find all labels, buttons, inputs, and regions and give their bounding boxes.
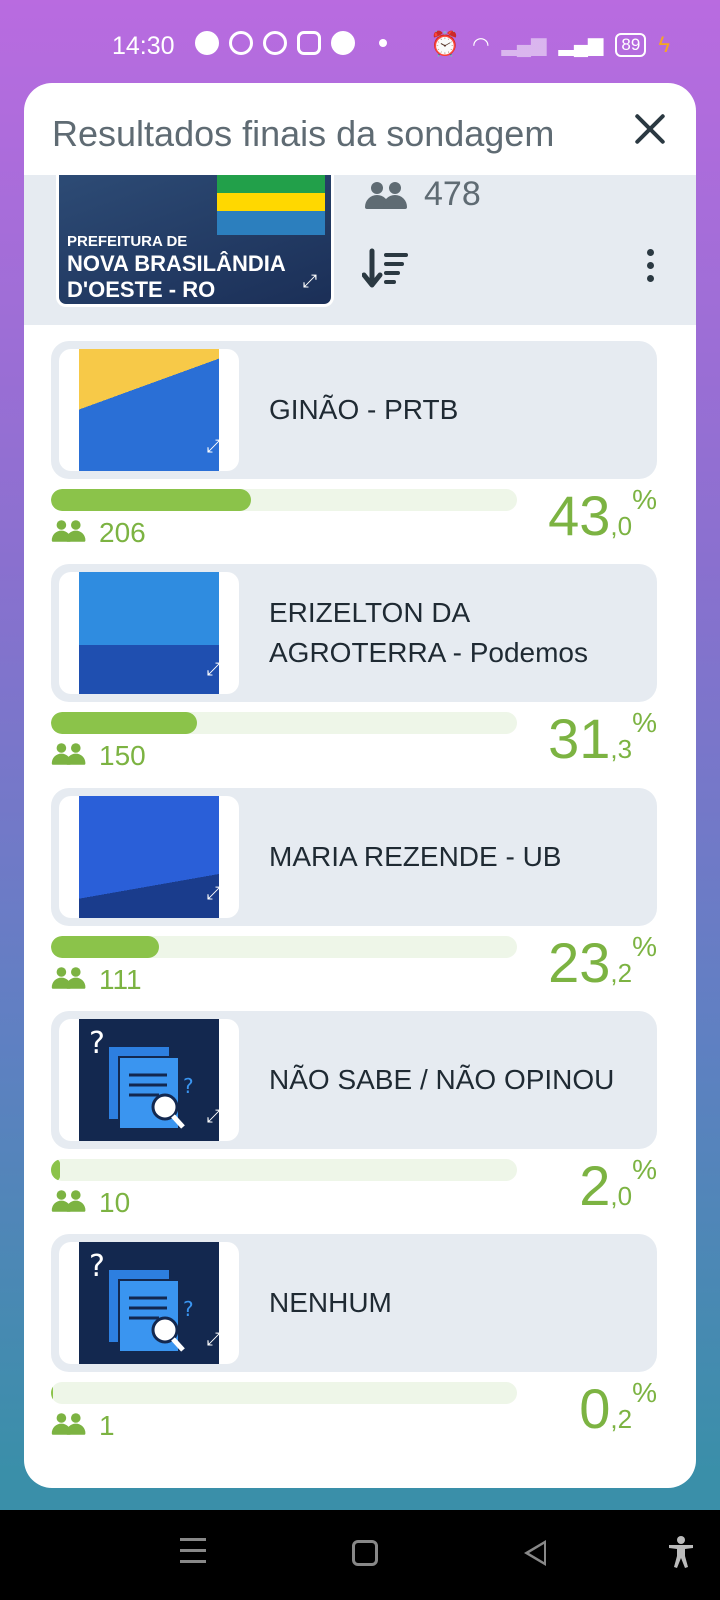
- flag-image: [217, 175, 325, 235]
- more-options-icon[interactable]: [644, 249, 656, 289]
- option-thumbnail[interactable]: ? ? ⤢: [59, 1019, 239, 1141]
- poll-banner-image[interactable]: PREFEITURA DE NOVA BRASILÂNDIA D'OESTE -…: [56, 175, 334, 307]
- chat-icon: [195, 31, 219, 55]
- total-votes-count: 478: [424, 175, 481, 213]
- progress-bar: [51, 1382, 517, 1404]
- option-label: NENHUM: [269, 1287, 392, 1318]
- system-icons: ⏰ ◠ ▂▄▆ ▂▄▆ 89 ϟ: [430, 30, 670, 59]
- option-card[interactable]: ? ? ⤢ NENHUM: [51, 1234, 657, 1372]
- progress-bar: [51, 1159, 517, 1181]
- progress-fill: [51, 712, 197, 734]
- progress-fill: [51, 489, 252, 511]
- option-thumbnail[interactable]: ⤢: [59, 349, 239, 471]
- recent-apps-button[interactable]: [180, 1538, 206, 1571]
- option-votes: 1: [51, 1410, 115, 1442]
- banner-line1: PREFEITURA DE: [67, 233, 188, 250]
- svg-text:?: ?: [183, 1074, 194, 1098]
- option-card[interactable]: ⤢ ERIZELTON DA AGROTERRA - Podemos: [51, 564, 657, 702]
- voters-icon: [51, 520, 86, 542]
- voters-icon: [51, 967, 86, 989]
- option-percentage: 2,0%: [579, 1154, 657, 1217]
- option-percentage: 43,0%: [548, 484, 657, 547]
- expand-icon[interactable]: ⤢: [297, 268, 323, 294]
- voters-icon: [51, 1413, 86, 1435]
- progress-bar: [51, 712, 517, 734]
- vote-count: 206: [99, 517, 146, 548]
- option-label: GINÃO - PRTB: [269, 394, 459, 425]
- sort-icon[interactable]: [362, 247, 412, 291]
- option-card[interactable]: ⤢ MARIA REZENDE - UB: [51, 788, 657, 926]
- option-votes: 10: [51, 1187, 130, 1219]
- vote-count: 150: [99, 740, 146, 771]
- poll-info: PREFEITURA DE NOVA BRASILÂNDIA D'OESTE -…: [24, 175, 696, 325]
- alarm-icon: ⏰: [430, 31, 461, 58]
- expand-icon[interactable]: ⤢: [201, 433, 227, 459]
- option-thumbnail[interactable]: ⤢: [59, 572, 239, 694]
- question-document-image: ? ?: [79, 1019, 219, 1141]
- option-thumbnail[interactable]: ⤢: [59, 796, 239, 918]
- option-label: ERIZELTON DA AGROTERRA - Podemos: [269, 597, 588, 668]
- close-button[interactable]: [630, 109, 670, 149]
- candidate-image: [79, 349, 219, 471]
- progress-fill: [51, 936, 160, 958]
- voters-icon: [51, 743, 86, 765]
- poll-results-card: Resultados finais da sondagem PREFEITURA…: [24, 83, 696, 1488]
- option-votes: 150: [51, 740, 146, 772]
- messenger-icon: [263, 31, 287, 55]
- charging-icon: ϟ: [658, 31, 670, 57]
- candidate-image: [79, 572, 219, 694]
- question-document-image: ? ?: [79, 1242, 219, 1364]
- signal-icon-sim2: ▂▄▆: [558, 34, 604, 56]
- banner-line2: NOVA BRASILÂNDIA D'OESTE - RO: [67, 251, 285, 302]
- expand-icon[interactable]: ⤢: [201, 1103, 227, 1129]
- svg-text:?: ?: [89, 1026, 105, 1061]
- progress-fill: [51, 1382, 53, 1404]
- battery-indicator: 89: [615, 32, 647, 57]
- option-card[interactable]: ⤢ GINÃO - PRTB: [51, 341, 657, 479]
- option-percentage: 31,3%: [548, 707, 657, 770]
- option-votes: 206: [51, 517, 146, 549]
- candidate-image: [79, 796, 219, 918]
- progress-bar: [51, 936, 517, 958]
- document-search-icon: ? ?: [89, 1249, 194, 1353]
- voters-icon: [51, 1190, 86, 1212]
- progress-bar: [51, 489, 517, 511]
- expand-icon[interactable]: ⤢: [201, 1326, 227, 1352]
- voters-icon: [364, 180, 410, 210]
- status-bar: 14:30 ⏰ ◠ ▂▄▆ ▂▄▆ 89 ϟ: [0, 0, 720, 90]
- option-label: MARIA REZENDE - UB: [269, 841, 562, 872]
- back-button[interactable]: [524, 1540, 546, 1566]
- vote-count: 111: [99, 964, 142, 995]
- card-header: Resultados finais da sondagem: [24, 83, 696, 175]
- vote-count: 10: [99, 1187, 131, 1218]
- progress-fill: [51, 1159, 61, 1181]
- option-votes: 111: [51, 964, 142, 996]
- more-notifications-dot: [379, 39, 387, 47]
- expand-icon[interactable]: ⤢: [201, 656, 227, 682]
- whatsapp-icon: [229, 31, 253, 55]
- total-votes: 478: [364, 175, 481, 214]
- option-percentage: 23,2%: [548, 931, 657, 994]
- status-time: 14:30: [112, 32, 175, 60]
- option-thumbnail[interactable]: ? ? ⤢: [59, 1242, 239, 1364]
- notification-icons: [195, 31, 387, 55]
- instagram-icon: [297, 31, 321, 55]
- system-nav-bar: [0, 1510, 720, 1600]
- accessibility-icon[interactable]: [668, 1536, 694, 1568]
- signal-icon-sim1: ▂▄▆: [501, 34, 547, 56]
- svg-text:?: ?: [89, 1249, 105, 1284]
- option-percentage: 0,2%: [579, 1377, 657, 1440]
- expand-icon[interactable]: ⤢: [201, 880, 227, 906]
- vote-count: 1: [99, 1410, 115, 1441]
- svg-text:?: ?: [183, 1297, 194, 1321]
- option-label: NÃO SABE / NÃO OPINOU: [269, 1064, 615, 1095]
- home-button[interactable]: [352, 1540, 378, 1566]
- document-search-icon: ? ?: [89, 1026, 194, 1130]
- app-icon: [331, 31, 355, 55]
- wifi-icon: ◠: [472, 34, 490, 56]
- option-card[interactable]: ? ? ⤢ NÃO SABE / NÃO OPINOU: [51, 1011, 657, 1149]
- page-title: Resultados finais da sondagem: [52, 113, 555, 154]
